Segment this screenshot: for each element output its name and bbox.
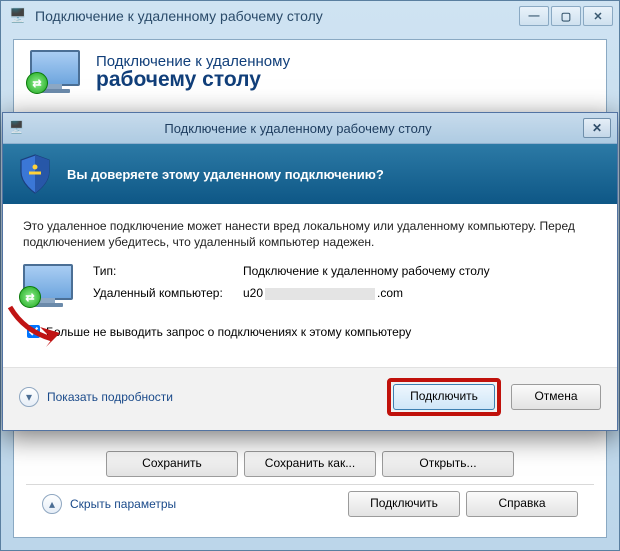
warning-text: Это удаленное подключение может нанести … xyxy=(23,218,597,250)
maximize-button[interactable]: ▢ xyxy=(551,6,581,26)
minimize-button[interactable]: — xyxy=(519,6,549,26)
show-details-link[interactable]: ▾ Показать подробности xyxy=(19,387,387,407)
monitor-icon-small: ⇄ xyxy=(23,264,75,308)
trust-dialog: 🖥️ Подключение к удаленному рабочему сто… xyxy=(2,112,618,431)
dialog-titlebar: 🖥️ Подключение к удаленному рабочему сто… xyxy=(3,113,617,144)
app-icon: 🖥️ xyxy=(9,7,26,24)
save-as-button[interactable]: Сохранить как... xyxy=(244,451,376,477)
cancel-button[interactable]: Отмена xyxy=(511,384,601,410)
settings-buttons: Сохранить Сохранить как... Открыть... xyxy=(26,451,594,477)
question-band: Вы доверяете этому удаленному подключени… xyxy=(3,144,617,204)
dont-ask-row[interactable]: Больше не выводить запрос о подключениях… xyxy=(23,322,597,341)
main-footer: ▴ Скрыть параметры Подключить Справка xyxy=(26,484,594,523)
close-button[interactable]: ✕ xyxy=(583,6,613,26)
connect-button[interactable]: Подключить xyxy=(393,384,495,410)
type-value: Подключение к удаленному рабочему столу xyxy=(243,264,490,278)
dialog-close-button[interactable]: ✕ xyxy=(583,118,611,138)
connect-highlight: Подключить xyxy=(387,378,501,416)
connection-info: ⇄ Тип: Подключение к удаленному рабочему… xyxy=(23,264,597,308)
header-line1: Подключение к удаленному xyxy=(96,53,290,70)
dont-ask-checkbox[interactable] xyxy=(27,325,40,338)
help-button[interactable]: Справка xyxy=(466,491,578,517)
dialog-footer: ▾ Показать подробности Подключить Отмена xyxy=(3,367,617,430)
main-connect-button[interactable]: Подключить xyxy=(348,491,460,517)
dialog-body: Это удаленное подключение может нанести … xyxy=(3,204,617,367)
chevron-down-icon: ▾ xyxy=(19,387,39,407)
shield-icon xyxy=(19,154,51,194)
main-title: Подключение к удаленному рабочему столу xyxy=(7,8,517,24)
monitor-icon: ⇄ xyxy=(30,50,82,94)
dialog-title: Подключение к удаленному рабочему столу xyxy=(13,121,583,136)
header-line2: рабочему столу xyxy=(96,68,290,92)
dont-ask-label: Больше не выводить запрос о подключениях… xyxy=(46,325,411,339)
hide-params-link[interactable]: Скрыть параметры xyxy=(70,497,342,511)
chevron-up-icon[interactable]: ▴ xyxy=(42,494,62,514)
remote-label: Удаленный компьютер: xyxy=(93,286,243,300)
redacted-host xyxy=(265,288,375,300)
open-button[interactable]: Открыть... xyxy=(382,451,514,477)
remote-value: u20.com xyxy=(243,286,490,300)
type-label: Тип: xyxy=(93,264,243,278)
main-titlebar: 🖥️ Подключение к удаленному рабочему сто… xyxy=(1,1,619,31)
save-button[interactable]: Сохранить xyxy=(106,451,238,477)
main-header: ⇄ Подключение к удаленному рабочему стол… xyxy=(14,40,606,108)
question-text: Вы доверяете этому удаленному подключени… xyxy=(67,167,384,182)
